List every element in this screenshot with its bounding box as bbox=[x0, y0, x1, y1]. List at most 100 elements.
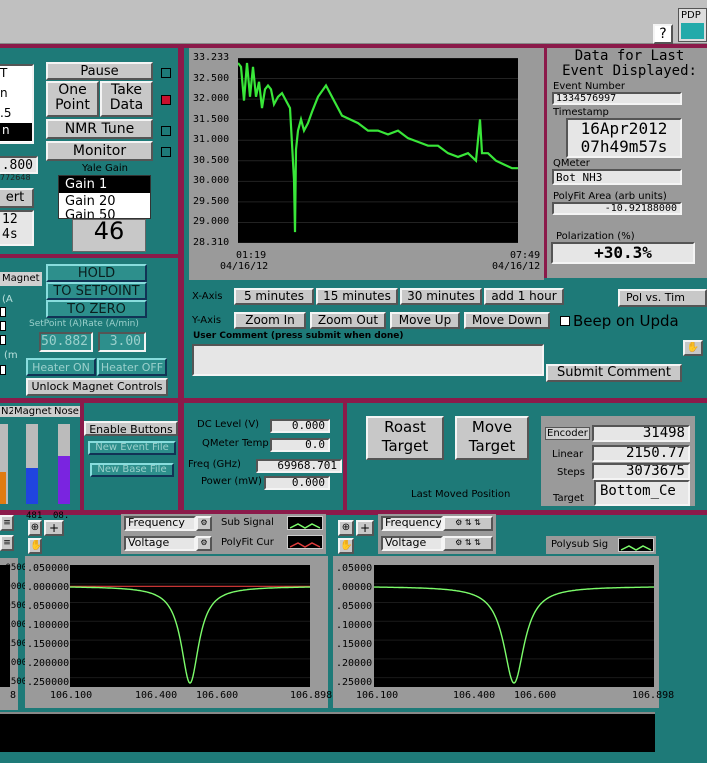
help-button[interactable]: ? bbox=[653, 24, 673, 44]
zoom-out-button[interactable]: Zoom Out bbox=[310, 312, 386, 329]
far-left-y-tick: .1500 bbox=[0, 639, 28, 649]
gain-option-1[interactable]: Gain 1 bbox=[59, 176, 150, 193]
magnet-cb-1[interactable] bbox=[0, 307, 6, 317]
nmr-tune-checkbox[interactable] bbox=[161, 126, 171, 136]
left-list-item[interactable]: n bbox=[0, 86, 8, 100]
nmr-tune-button[interactable]: NMR Tune bbox=[46, 119, 153, 139]
sig2-frequency-scale[interactable]: Frequency bbox=[381, 516, 443, 531]
roast-target-button[interactable]: Roast Target bbox=[366, 416, 444, 460]
steps-label: Steps bbox=[557, 467, 585, 478]
sig1-voltage-scale[interactable]: Voltage bbox=[124, 536, 196, 551]
sig1-frequency-format-icon[interactable]: ⚙ bbox=[196, 516, 212, 531]
to-zero-button[interactable]: TO ZERO bbox=[46, 300, 147, 318]
sig2-pan-tool-icon[interactable]: ✋ bbox=[338, 538, 354, 554]
take-data-button[interactable]: Take Data bbox=[100, 81, 153, 117]
add-tool-icon[interactable]: + bbox=[44, 520, 64, 536]
pause-checkbox[interactable] bbox=[161, 68, 171, 78]
polarization-series-line bbox=[238, 62, 518, 233]
monitor-checkbox[interactable] bbox=[161, 147, 171, 157]
encoder-label: Encoder bbox=[545, 427, 590, 440]
sig1-voltage-format-icon[interactable]: ⚙ bbox=[196, 536, 212, 551]
main-y-tick: 30.500 bbox=[193, 154, 230, 166]
new-base-file-button[interactable]: New Base File bbox=[90, 463, 174, 477]
new-event-file-button[interactable]: New Event File bbox=[88, 441, 176, 455]
gain-value-display: 46 bbox=[72, 219, 146, 252]
bottom-black-strip bbox=[0, 712, 655, 752]
beep-checkbox[interactable] bbox=[560, 316, 570, 326]
target-label: Target bbox=[553, 493, 584, 504]
x-add-1-hour-button[interactable]: add 1 hour bbox=[484, 288, 564, 305]
bottom-strip-bevel bbox=[0, 752, 707, 763]
pan-tool-icon[interactable]: ✋ bbox=[28, 538, 42, 554]
move-down-button[interactable]: Move Down bbox=[464, 312, 550, 329]
far-left-icon-1[interactable]: ≡ bbox=[0, 515, 14, 531]
qmeter-temp-label: QMeter Temp bbox=[202, 438, 269, 449]
sig1-plot[interactable] bbox=[70, 565, 310, 687]
timestamp-date: 16Apr2012 bbox=[580, 119, 668, 138]
move-target-label-2: Target bbox=[468, 437, 516, 455]
event-number-label: Event Number bbox=[553, 81, 625, 92]
sig1-sub-signal-swatch[interactable] bbox=[287, 516, 323, 530]
gain-listbox[interactable]: Gain 1 Gain 20 Gain 50 bbox=[58, 175, 151, 219]
magnet-cb-3[interactable] bbox=[0, 335, 6, 345]
move-up-button[interactable]: Move Up bbox=[390, 312, 460, 329]
far-left-icon-2[interactable]: ≡ bbox=[0, 535, 14, 551]
insert-button[interactable]: ert bbox=[0, 188, 34, 208]
sig2-plot[interactable] bbox=[374, 565, 654, 687]
zoom-tool-icon[interactable]: ⊕ bbox=[28, 520, 42, 536]
monitor-button[interactable]: Monitor bbox=[46, 141, 153, 161]
separator bbox=[178, 48, 184, 512]
x-axis-label: X-Axis bbox=[192, 291, 223, 302]
sig1-cut-left-2: 08. bbox=[53, 511, 70, 521]
x-15-minutes-button[interactable]: 15 minutes bbox=[316, 288, 398, 305]
pol-vs-time-selector[interactable]: Pol vs. Tim bbox=[618, 289, 707, 307]
left-list-selected[interactable]: n bbox=[0, 123, 32, 141]
sig2-voltage-format-icon[interactable]: ⚙ ⇅ ⇅ bbox=[443, 536, 493, 551]
sig1-y-tick: .100000 bbox=[27, 620, 70, 631]
setpoint-field[interactable]: 50.882 bbox=[39, 332, 93, 352]
user-comment-input[interactable] bbox=[192, 344, 544, 376]
linear-field: 2150.77 bbox=[592, 445, 690, 462]
main-chart-plot[interactable] bbox=[238, 58, 518, 243]
hold-button[interactable]: HOLD bbox=[46, 264, 147, 282]
unlock-magnet-button[interactable]: Unlock Magnet Controls bbox=[26, 378, 168, 396]
steps-field: 3073675 bbox=[592, 463, 690, 480]
main-y-tick: 32.000 bbox=[193, 93, 230, 105]
magnet-cb-2[interactable] bbox=[0, 321, 6, 331]
sig1-y-tick: .150000 bbox=[27, 639, 70, 650]
left-list-item[interactable]: T bbox=[0, 66, 7, 80]
nose-level-gauge bbox=[58, 424, 70, 504]
freq-field: 69968.701 bbox=[256, 459, 342, 473]
sig1-frequency-scale[interactable]: Frequency bbox=[124, 516, 196, 531]
pdp-indicator[interactable]: PDP bbox=[678, 8, 707, 42]
sig1-polyfit-curve-swatch[interactable] bbox=[287, 535, 323, 549]
to-setpoint-button[interactable]: TO SETPOINT bbox=[46, 282, 147, 300]
main-x-end-date: 04/16/12 bbox=[492, 261, 541, 272]
move-target-button[interactable]: Move Target bbox=[455, 416, 529, 460]
x-30-minutes-button[interactable]: 30 minutes bbox=[400, 288, 482, 305]
rate-field[interactable]: 3.00 bbox=[98, 332, 146, 352]
take-data-checkbox[interactable] bbox=[161, 95, 171, 105]
magnet-cb-4[interactable] bbox=[0, 365, 6, 375]
heater-on-button[interactable]: Heater ON bbox=[26, 358, 96, 376]
sig2-zoom-tool-icon[interactable]: ⊕ bbox=[338, 520, 354, 536]
enable-buttons-button[interactable]: Enable Buttons bbox=[84, 421, 178, 436]
hand-tool-icon[interactable]: ✋ bbox=[683, 340, 703, 356]
sig2-polysub-swatch[interactable] bbox=[618, 538, 654, 552]
qmeter-temp-field: 0.0 bbox=[270, 438, 330, 452]
sig2-voltage-scale[interactable]: Voltage bbox=[381, 536, 443, 551]
sig2-add-tool-icon[interactable]: + bbox=[356, 520, 374, 536]
gain-option-50[interactable]: Gain 50 bbox=[59, 209, 150, 218]
pause-button[interactable]: Pause bbox=[46, 62, 153, 80]
x-5-minutes-button[interactable]: 5 minutes bbox=[234, 288, 314, 305]
heater-off-button[interactable]: Heater OFF bbox=[97, 358, 167, 376]
sig2-frequency-format-icon[interactable]: ⚙ ⇅ ⇅ bbox=[443, 516, 493, 531]
power-field: 0.000 bbox=[264, 476, 330, 490]
far-left-controls: ≡ ≡ bbox=[0, 515, 18, 555]
magnet-unit-m: (m bbox=[4, 350, 18, 361]
submit-comment-button[interactable]: Submit Comment bbox=[546, 364, 682, 382]
one-point-button[interactable]: One Point bbox=[46, 81, 99, 117]
zoom-in-button[interactable]: Zoom In bbox=[234, 312, 306, 329]
left-list-item[interactable]: .5 bbox=[0, 106, 11, 120]
left-value-3: 12 4s bbox=[0, 210, 34, 246]
